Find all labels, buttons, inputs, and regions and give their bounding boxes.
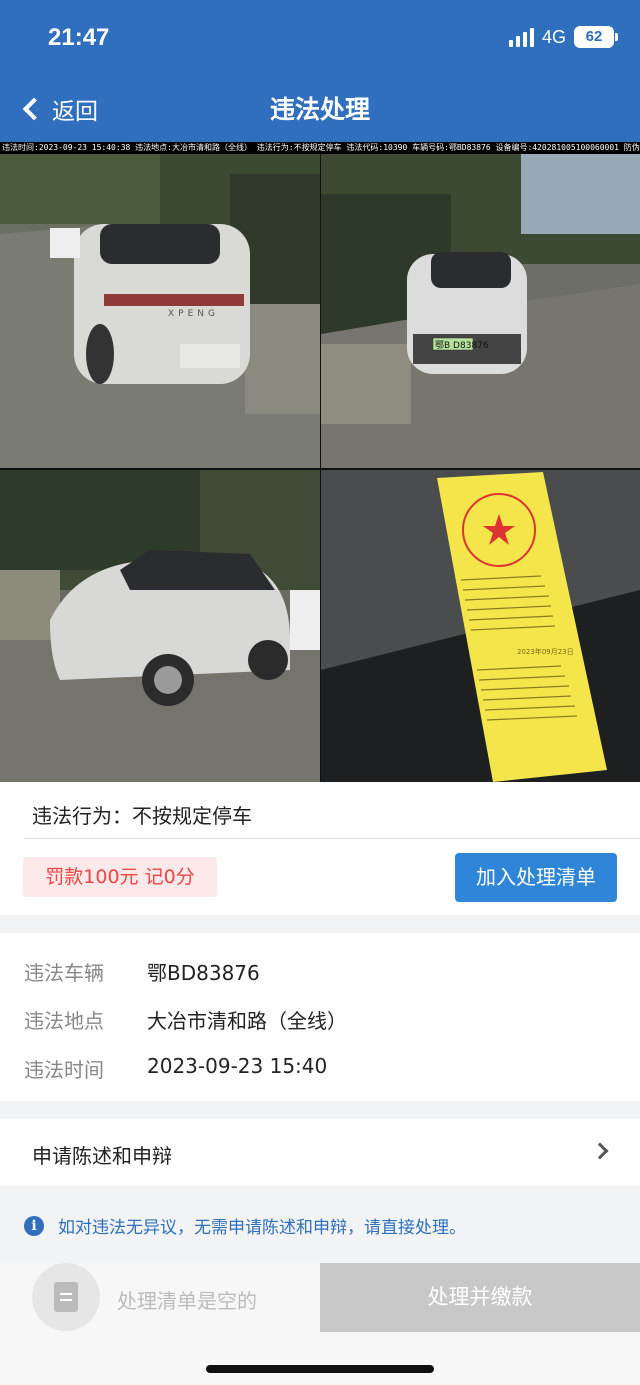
car-brand-text: XPENG xyxy=(168,309,219,319)
info-notice: i 如对违法无异议，无需申请陈述和申辩，请直接处理。 xyxy=(24,1213,466,1238)
cellular-signal-icon xyxy=(508,27,534,47)
fine-badge: 罚款100元 记0分 xyxy=(23,857,217,897)
ticket-date-text: 2023年09月23日 xyxy=(517,647,574,656)
evidence-photo-front[interactable]: 鄂B D83876 xyxy=(321,154,640,468)
home-indicator[interactable] xyxy=(206,1365,434,1373)
status-time: 21:47 xyxy=(48,24,110,51)
page-title: 违法处理 xyxy=(269,95,370,124)
detail-value: 鄂BD83876 xyxy=(147,961,260,985)
evidence-photos[interactable]: 违法时间:2023-09-23 15:40:38 违法地点:大冶市清和路（全线）… xyxy=(0,142,640,782)
status-indicators: 4G 62 xyxy=(508,26,618,48)
violation-behavior: 违法行为：不按规定停车 xyxy=(32,804,252,828)
network-type: 4G xyxy=(541,26,566,47)
evidence-photo-ticket[interactable]: 2023年09月23日 xyxy=(321,470,640,782)
appeal-row[interactable]: 申请陈述和申辩 xyxy=(0,1119,640,1186)
photo-caption: 违法时间:2023-09-23 15:40:38 违法地点:大冶市清和路（全线）… xyxy=(0,142,640,154)
list-icon xyxy=(54,1282,78,1312)
add-to-list-button[interactable]: 加入处理清单 xyxy=(455,853,617,902)
detail-row-location: 违法地点 大冶市清和路（全线） xyxy=(24,1005,347,1034)
detail-label: 违法地点 xyxy=(24,1009,104,1033)
violation-card: 违法行为：不按规定停车 罚款100元 记0分 加入处理清单 xyxy=(0,782,640,915)
evidence-photo-side[interactable] xyxy=(0,470,320,782)
app-header: 21:47 4G 62 返回 违法处理 xyxy=(0,0,640,142)
detail-row-time: 违法时间 2023-09-23 15:40 xyxy=(24,1054,327,1083)
notice-text: 如对违法无异议，无需申请陈述和申辩，请直接处理。 xyxy=(58,1218,466,1238)
detail-label: 违法时间 xyxy=(24,1058,104,1082)
empty-list-label: 处理清单是空的 xyxy=(117,1289,257,1313)
details-card: 违法车辆 鄂BD83876 违法地点 大冶市清和路（全线） 违法时间 2023-… xyxy=(0,933,640,1101)
process-and-pay-button[interactable]: 处理并缴款 xyxy=(320,1263,640,1332)
process-list-button[interactable] xyxy=(32,1263,100,1331)
detail-value: 2023-09-23 15:40 xyxy=(147,1054,328,1078)
chevron-right-icon xyxy=(591,1142,609,1160)
detail-label: 违法车辆 xyxy=(24,961,104,985)
appeal-label: 申请陈述和申辩 xyxy=(32,1144,172,1168)
detail-value: 大冶市清和路（全线） xyxy=(147,1009,347,1033)
info-icon: i xyxy=(24,1215,44,1236)
divider xyxy=(24,838,640,839)
evidence-photo-rear[interactable]: XPENG xyxy=(0,154,320,468)
battery-icon: 62 xyxy=(574,26,618,48)
plate-text: 鄂B D83876 xyxy=(435,340,489,351)
bottom-action-bar: 处理清单是空的 处理并缴款 xyxy=(0,1263,640,1385)
detail-row-vehicle: 违法车辆 鄂BD83876 xyxy=(24,957,260,986)
